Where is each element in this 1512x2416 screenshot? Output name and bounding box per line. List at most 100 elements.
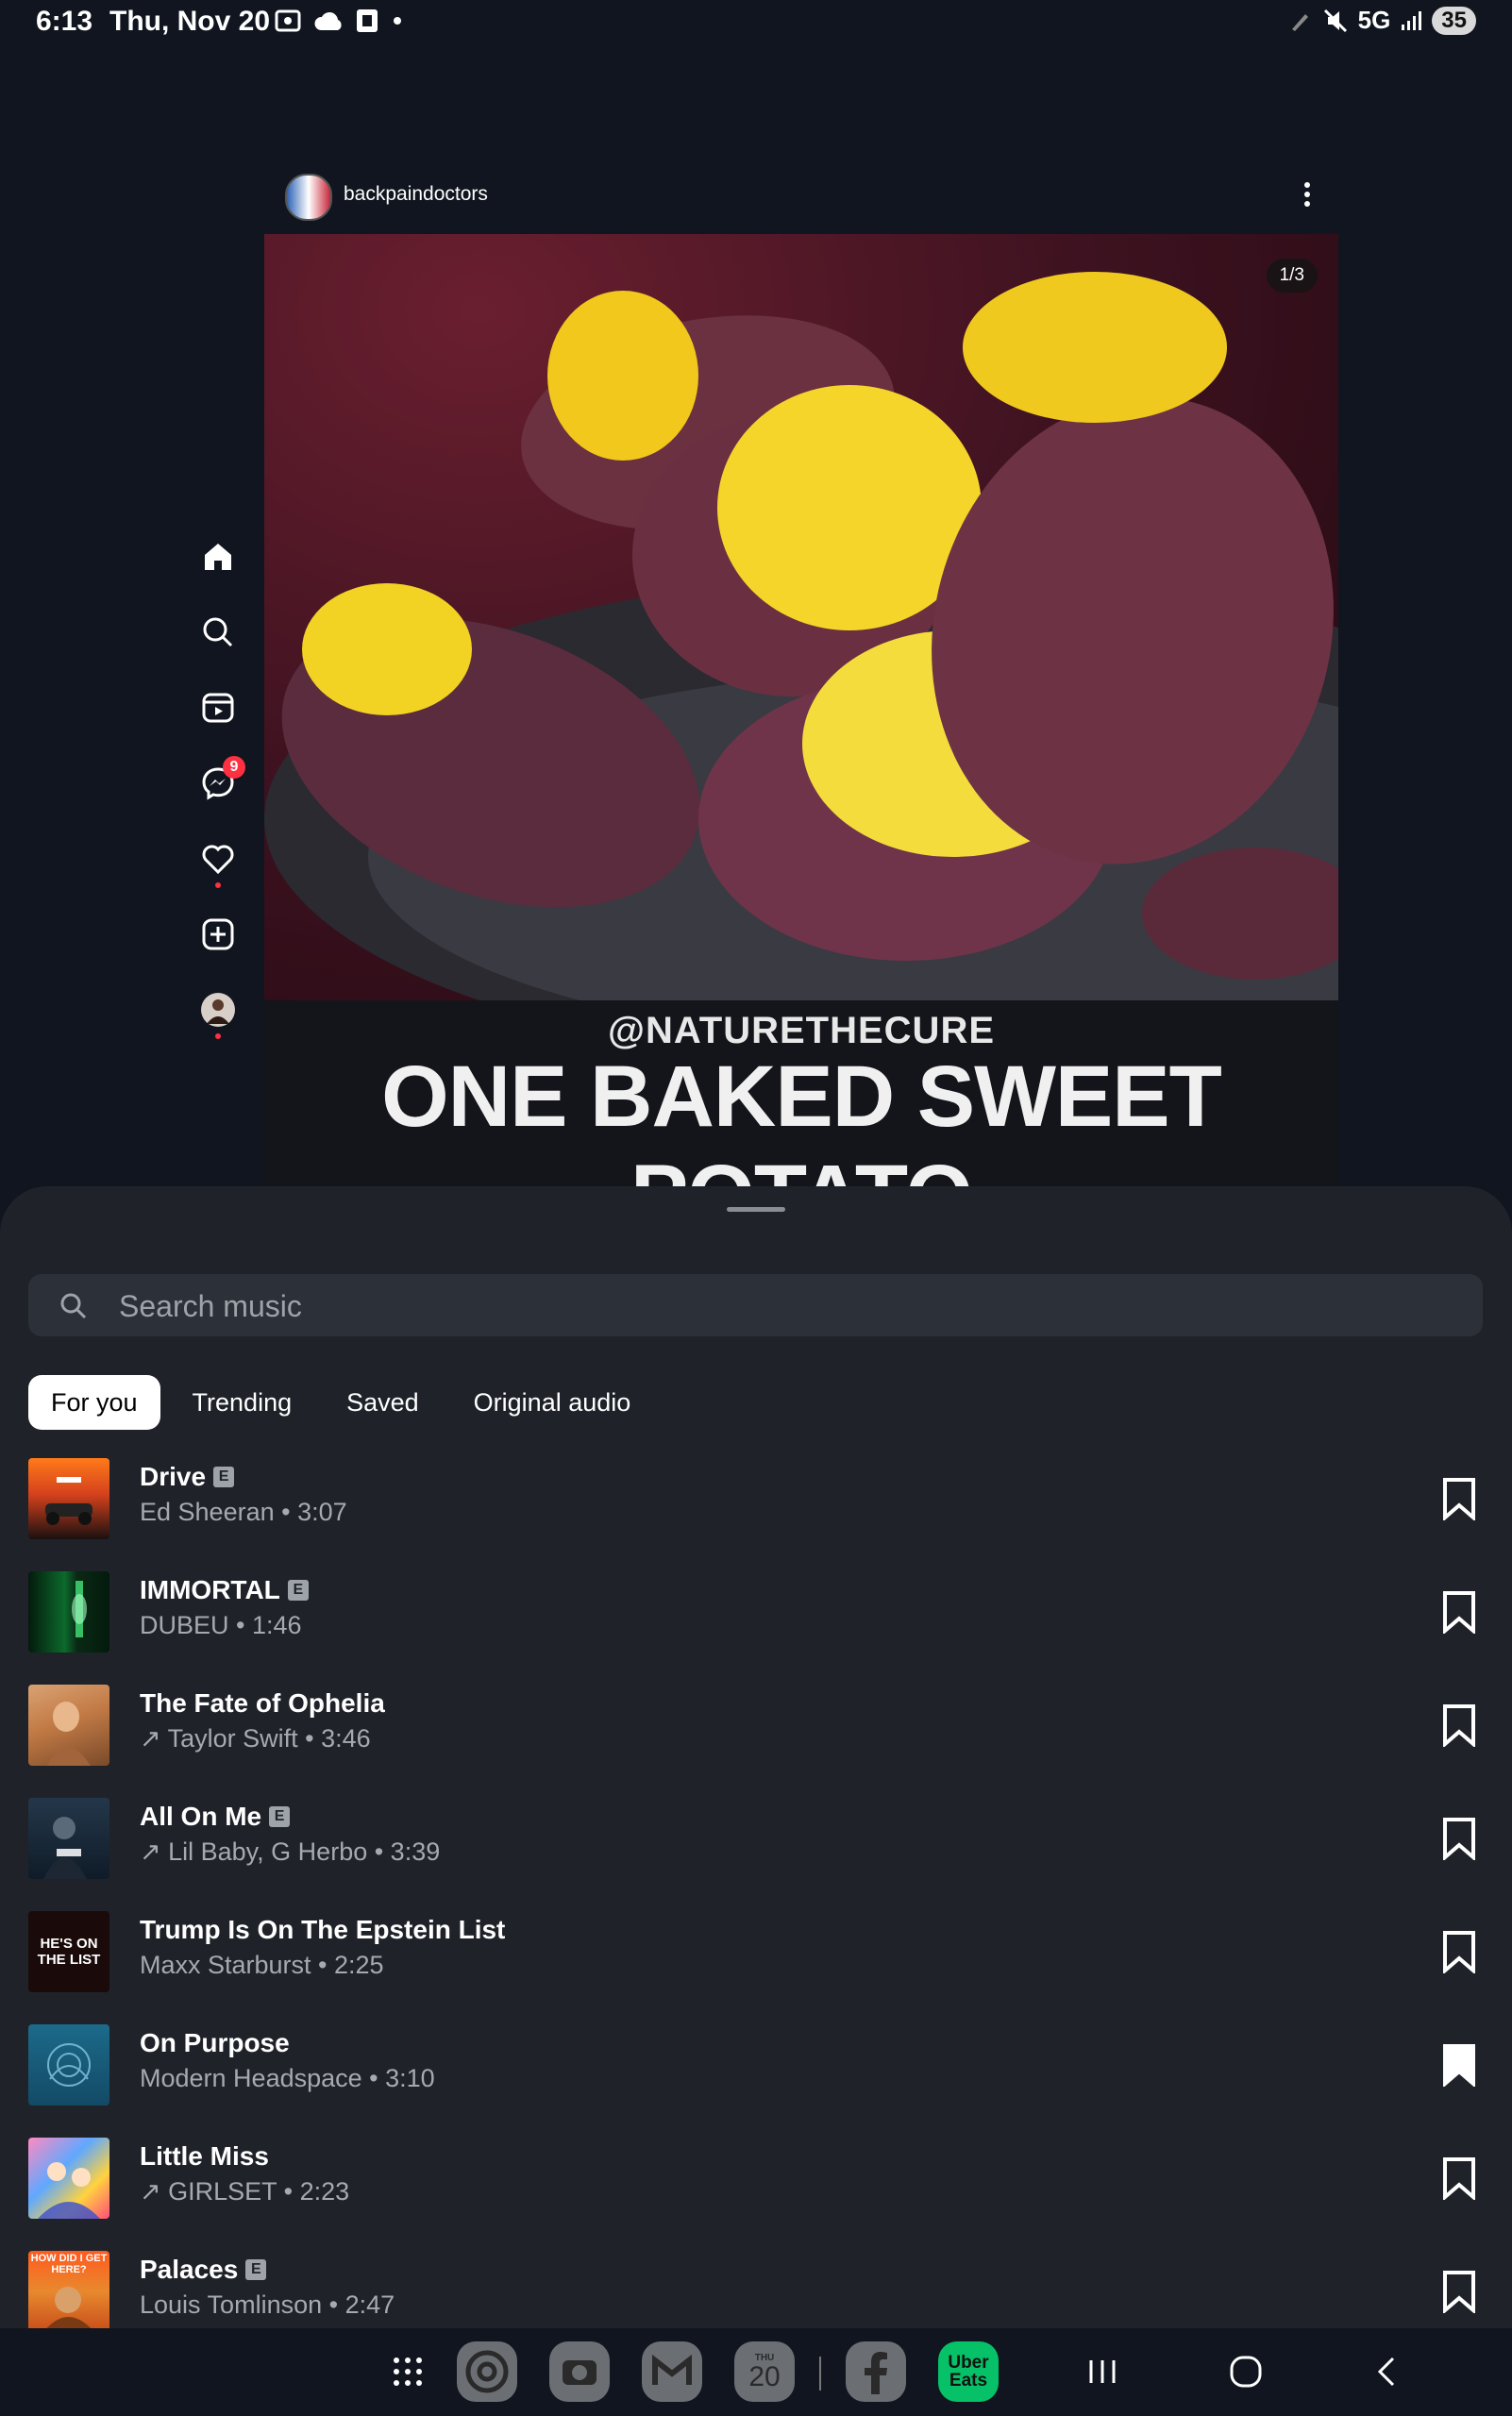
gmail-app[interactable]	[642, 2341, 702, 2402]
bookmark-icon[interactable]	[1440, 2156, 1478, 2200]
system-nav-bar: THU 20 Uber Eats	[0, 2328, 1512, 2416]
nav-profile[interactable]	[194, 986, 242, 1039]
heart-icon	[202, 845, 234, 875]
profile-avatar	[201, 993, 235, 1027]
app-notification-icon	[357, 9, 378, 32]
camera-app[interactable]	[549, 2341, 610, 2402]
bookmark-icon[interactable]	[1440, 1817, 1478, 1860]
back-icon	[1377, 2357, 1395, 2387]
profile-dot	[215, 1033, 221, 1039]
album-art: HE'S ON THE LIST	[28, 1911, 109, 1992]
app-grid-icon	[394, 2357, 422, 2386]
album-art	[28, 1685, 109, 1766]
track-title: On Purpose	[140, 2028, 290, 2057]
explicit-badge: E	[213, 1467, 235, 1487]
track-meta: ↗ Lil Baby, G Herbo • 3:39	[140, 1837, 441, 1866]
post-image[interactable]: 1/3	[264, 234, 1338, 1000]
camera-icon	[563, 2360, 596, 2385]
nav-search[interactable]	[194, 609, 242, 656]
album-art	[28, 1458, 109, 1539]
track-title-wrap: On Purpose	[140, 2028, 290, 2058]
uber-eats-app[interactable]: Uber Eats	[938, 2341, 999, 2402]
album-art-text: HE'S ON THE LIST	[37, 1936, 101, 1968]
chrome-app[interactable]	[457, 2341, 517, 2402]
music-search-bar[interactable]	[28, 1274, 1483, 1338]
search-icon	[60, 1293, 87, 1319]
track-row[interactable]: All On Me E ↗ Lil Baby, G Herbo • 3:39	[0, 1788, 1512, 1883]
bookmark-icon[interactable]	[1440, 1930, 1478, 1973]
track-meta: Ed Sheeran • 3:07	[140, 1498, 347, 1526]
reels-icon	[202, 693, 234, 723]
more-options-icon[interactable]	[1293, 176, 1321, 213]
track-title: The Fate of Ophelia	[140, 1688, 385, 1718]
home-button[interactable]	[1216, 2341, 1276, 2402]
home-icon	[205, 544, 231, 570]
search-icon	[203, 617, 233, 647]
track-row[interactable]: HE'S ON THE LIST Trump Is On The Epstein…	[0, 1902, 1512, 1996]
status-bar: 6:13 Thu, Nov 20 5G 35	[0, 0, 1512, 47]
home-circle-icon	[1230, 2356, 1262, 2388]
recents-button[interactable]	[1072, 2341, 1133, 2402]
post-header: backpaindoctors	[264, 160, 1338, 234]
track-row[interactable]: On Purpose Modern Headspace • 3:10	[0, 2015, 1512, 2109]
screenshot-icon	[275, 9, 301, 32]
bookmark-icon[interactable]	[1440, 2270, 1478, 2313]
sweet-potato-photo	[264, 272, 1338, 1000]
bookmark-filled-icon[interactable]	[1440, 2043, 1478, 2087]
bookmark-icon[interactable]	[1440, 1477, 1478, 1520]
explicit-badge: E	[245, 2259, 267, 2280]
nav-create[interactable]	[194, 911, 242, 958]
track-title-wrap: The Fate of Ophelia	[140, 1688, 385, 1719]
tab-saved[interactable]: Saved	[324, 1375, 442, 1430]
pen-icon	[1291, 13, 1308, 31]
album-art	[28, 2024, 109, 2106]
signal-icon	[1402, 10, 1422, 30]
nav-reels[interactable]	[194, 684, 242, 731]
track-row[interactable]: IMMORTAL E DUBEU • 1:46	[0, 1562, 1512, 1656]
more-notifications-dot	[394, 17, 401, 25]
track-title: Drive	[140, 1462, 207, 1491]
facebook-icon	[865, 2352, 887, 2394]
album-art	[28, 1798, 109, 1879]
album-art	[28, 1571, 109, 1653]
caption-title: ONE BAKED SWEET POTATO	[381, 1049, 1222, 1189]
music-tabs: For you Trending Saved Original audio	[28, 1375, 653, 1430]
track-row[interactable]: HOW DID I GET HERE? Palaces E Louis Toml…	[0, 2241, 1512, 2328]
post-author-avatar[interactable]	[285, 174, 332, 221]
track-title-wrap: Trump Is On The Epstein List	[140, 1915, 505, 1945]
album-art	[28, 2138, 109, 2219]
nav-notifications[interactable]	[194, 835, 242, 888]
messages-badge: 9	[223, 756, 245, 779]
track-meta: DUBEU • 1:46	[140, 1611, 302, 1639]
track-row[interactable]: The Fate of Ophelia ↗ Taylor Swift • 3:4…	[0, 1675, 1512, 1770]
nav-home[interactable]	[194, 533, 242, 580]
tab-original-audio[interactable]: Original audio	[451, 1375, 654, 1430]
track-title-wrap: IMMORTAL E	[140, 1575, 309, 1605]
track-title-wrap: Palaces E	[140, 2255, 267, 2285]
music-search-input[interactable]	[117, 1274, 1442, 1338]
track-title: IMMORTAL	[140, 1575, 280, 1604]
track-title-wrap: Drive E	[140, 1462, 235, 1492]
sheet-drag-handle[interactable]	[727, 1207, 785, 1212]
track-row[interactable]: Drive E Ed Sheeran • 3:07	[0, 1449, 1512, 1543]
explicit-badge: E	[287, 1580, 309, 1601]
calendar-app[interactable]: THU 20	[734, 2341, 795, 2402]
status-right: 5G 35	[1288, 6, 1476, 35]
gmail-icon	[652, 2355, 692, 2385]
status-date: Thu, Nov 20	[109, 6, 271, 37]
tab-for-you[interactable]: For you	[28, 1375, 160, 1430]
bookmark-icon[interactable]	[1440, 1590, 1478, 1634]
post-username[interactable]: backpaindoctors	[344, 183, 488, 206]
tab-trending[interactable]: Trending	[170, 1375, 315, 1430]
bookmark-icon[interactable]	[1440, 1703, 1478, 1747]
nav-messages[interactable]: 9	[194, 756, 245, 807]
mute-icon	[1323, 8, 1347, 32]
feed-post: backpaindoctors 1/3 @NATURETHECURE ONE B…	[264, 160, 1338, 1189]
create-icon	[202, 918, 234, 950]
music-bottom-sheet: For you Trending Saved Original audio Dr…	[0, 1186, 1512, 2328]
app-drawer-button[interactable]	[378, 2341, 438, 2402]
track-row[interactable]: Little Miss ↗ GIRLSET • 2:23	[0, 2128, 1512, 2223]
facebook-app[interactable]	[846, 2341, 906, 2402]
back-button[interactable]	[1357, 2341, 1418, 2402]
track-title: Palaces	[140, 2255, 239, 2284]
